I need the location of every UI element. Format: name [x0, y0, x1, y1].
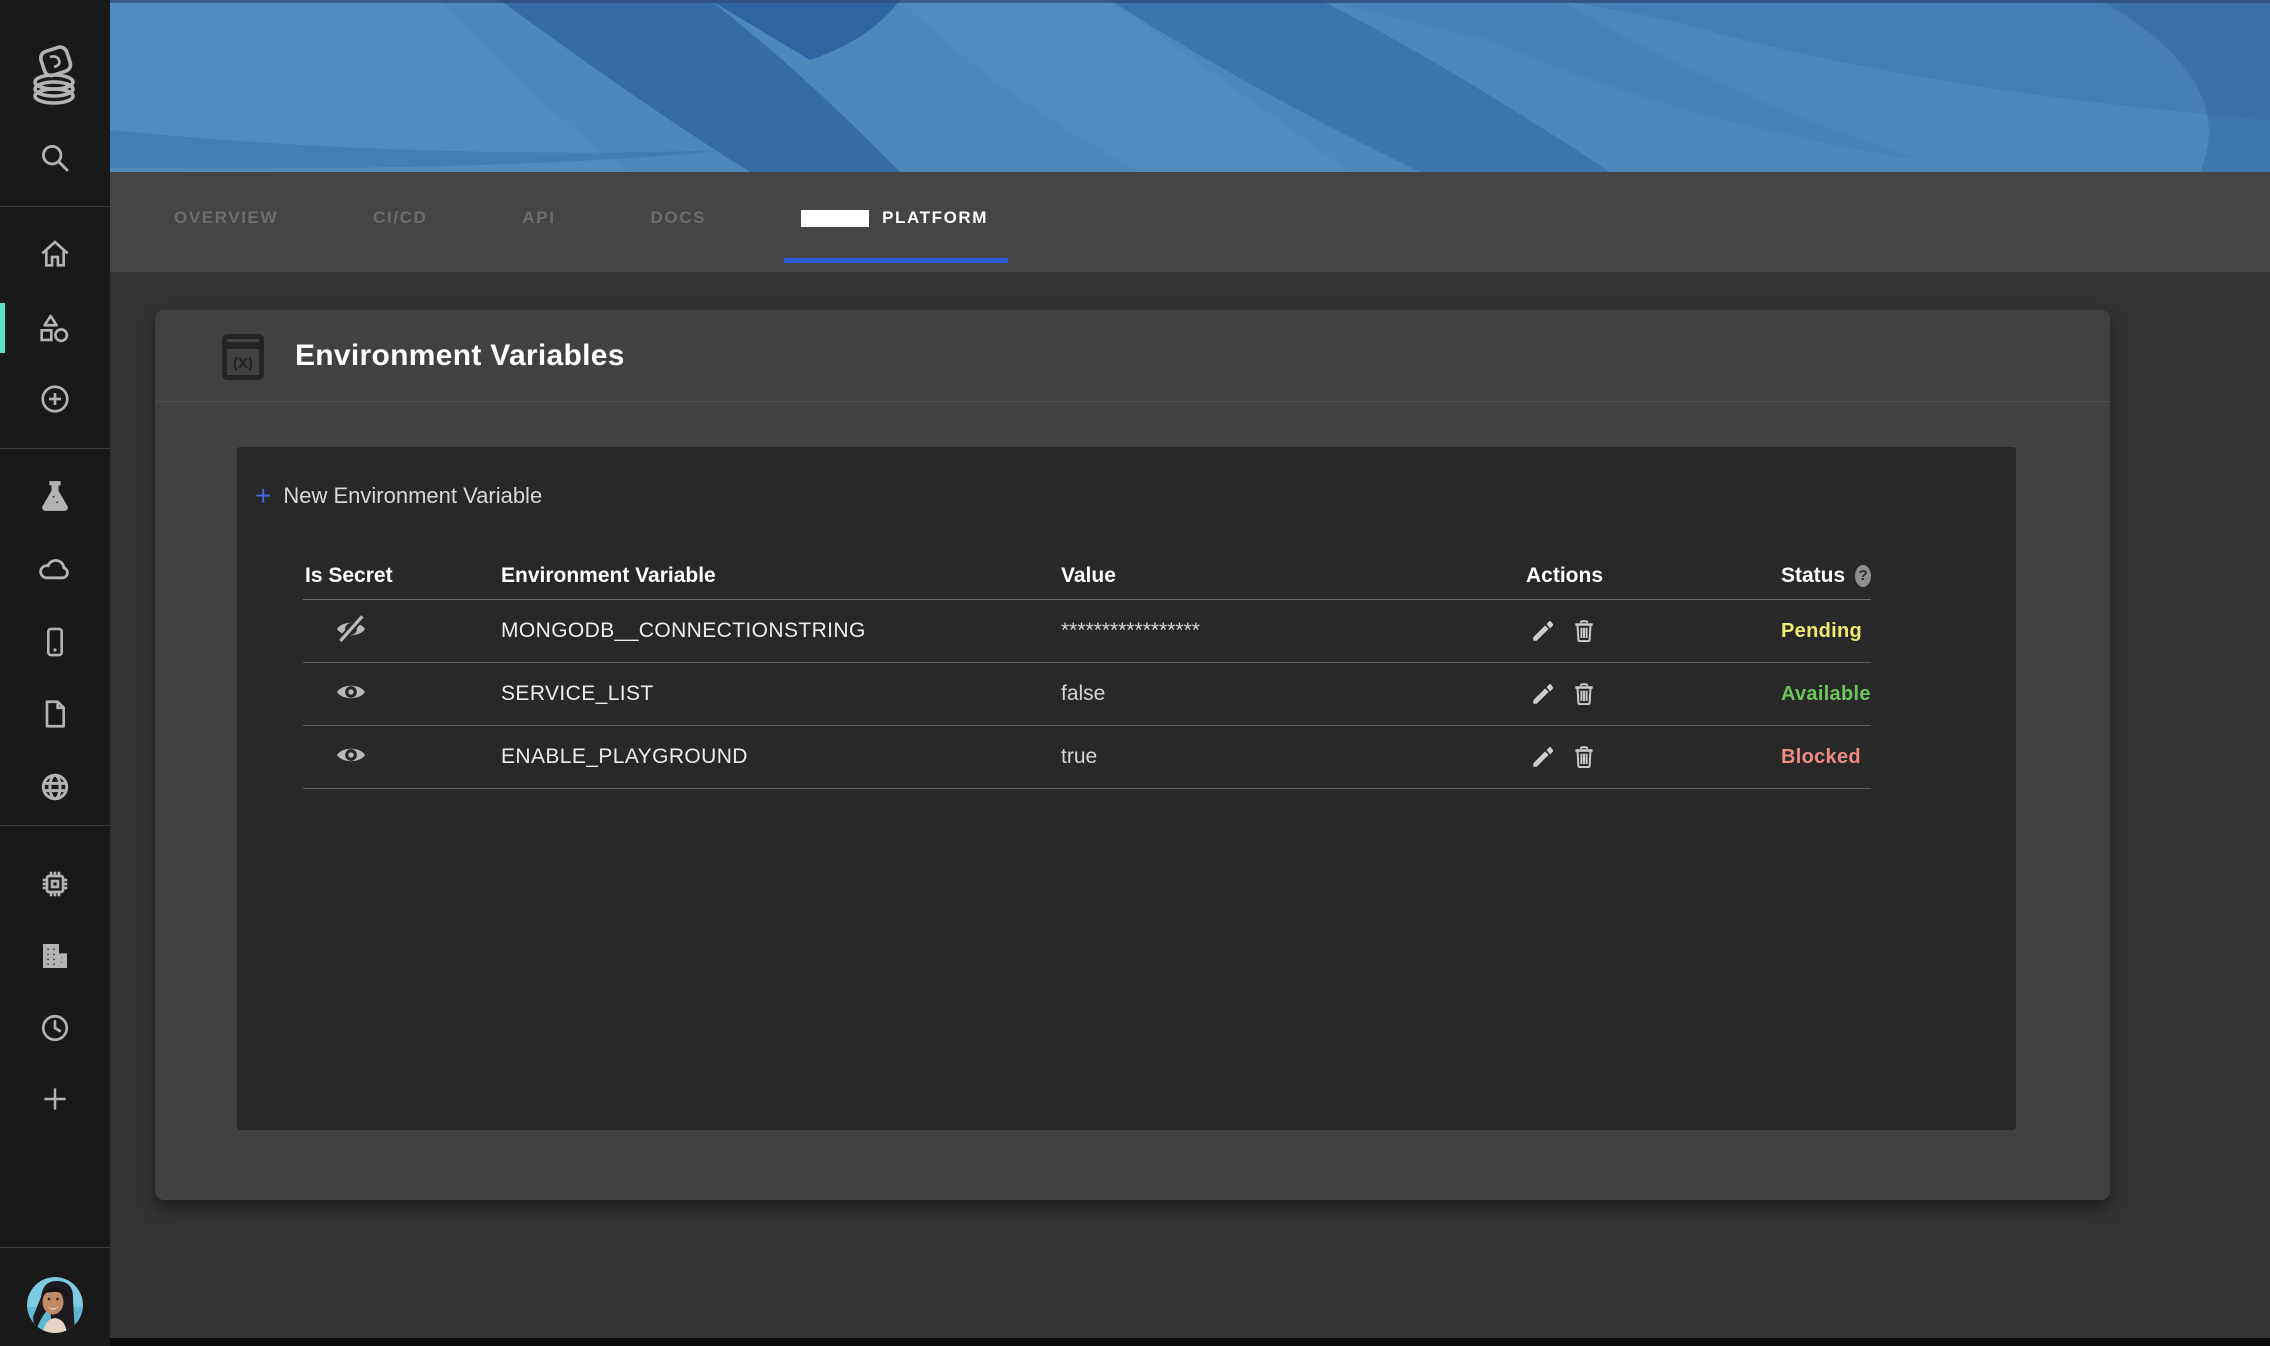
delete-trash-icon[interactable]	[1571, 618, 1597, 644]
user-avatar[interactable]	[27, 1277, 83, 1333]
tab-overview[interactable]: OVERVIEW	[174, 172, 278, 272]
tab-ci-cd[interactable]: CI/CD	[373, 172, 427, 272]
edit-pencil-icon[interactable]	[1530, 681, 1556, 707]
tab-api[interactable]: API	[522, 172, 555, 272]
status-badge: Available	[1781, 683, 1871, 706]
env-variable-row: MONGODB__CONNECTIONSTRING **************…	[303, 600, 1871, 663]
cloud-icon[interactable]	[0, 552, 110, 586]
hero-banner	[110, 0, 2270, 172]
env-variable-value: true	[1061, 745, 1526, 769]
env-variable-value: *****************	[1061, 619, 1526, 643]
sidebar-divider	[0, 1247, 110, 1248]
panel-title: Environment Variables	[295, 310, 625, 402]
globe-icon[interactable]	[0, 771, 110, 803]
sidebar-divider	[0, 206, 110, 207]
env-variable-value: false	[1061, 682, 1526, 706]
add-icon[interactable]	[0, 1084, 110, 1114]
delete-trash-icon[interactable]	[1571, 744, 1597, 770]
env-variables-table: Is Secret Environment Variable Value Act…	[303, 552, 1871, 789]
sidebar	[0, 0, 110, 1346]
col-header-status: Status ?	[1781, 564, 1871, 588]
env-variable-name: MONGODB__CONNECTIONSTRING	[501, 619, 1061, 643]
search-icon[interactable]	[0, 141, 110, 175]
eye-hidden-icon[interactable]	[335, 613, 367, 645]
env-table-card: + New Environment Variable Is Secret Env…	[237, 447, 2016, 1130]
tab-bar: OVERVIEW CI/CD API DOCS PLATFORM	[110, 172, 2270, 272]
env-variable-name: SERVICE_LIST	[501, 682, 1061, 706]
home-icon[interactable]	[0, 238, 110, 270]
col-header-value: Value	[1061, 564, 1526, 588]
tab-label: PLATFORM	[882, 208, 988, 228]
environment-variables-panel: (X) Environment Variables + New Environm…	[155, 310, 2110, 1200]
services-shapes-icon[interactable]	[0, 313, 110, 345]
tab-logo-block	[801, 210, 869, 227]
table-header-row: Is Secret Environment Variable Value Act…	[303, 552, 1871, 600]
env-variable-row: SERVICE_LIST false	[303, 663, 1871, 726]
status-badge: Blocked	[1781, 746, 1871, 769]
history-clock-icon[interactable]	[0, 1012, 110, 1044]
edit-pencil-icon[interactable]	[1530, 618, 1556, 644]
env-var-window-icon: (X)	[222, 334, 264, 380]
tab-docs[interactable]: DOCS	[651, 172, 707, 272]
banner-waves-graphic	[110, 0, 2270, 172]
organization-building-icon[interactable]	[0, 940, 110, 972]
col-header-actions: Actions	[1526, 564, 1781, 588]
edit-pencil-icon[interactable]	[1530, 744, 1556, 770]
sidebar-divider	[0, 825, 110, 826]
add-circle-icon[interactable]	[0, 383, 110, 415]
status-badge: Pending	[1781, 620, 1871, 643]
tab-label: DOCS	[651, 208, 707, 228]
col-header-is-secret: Is Secret	[303, 564, 501, 588]
tab-label: CI/CD	[373, 208, 427, 228]
document-icon[interactable]	[0, 698, 110, 730]
app-logo[interactable]	[0, 42, 110, 108]
status-help-icon[interactable]: ?	[1855, 565, 1871, 587]
panel-header: (X) Environment Variables	[155, 310, 2110, 402]
tab-label: API	[522, 208, 555, 228]
delete-trash-icon[interactable]	[1571, 681, 1597, 707]
new-env-variable-label: New Environment Variable	[283, 483, 542, 509]
chip-icon[interactable]	[0, 868, 110, 900]
bottom-edge-strip	[0, 1338, 2270, 1346]
env-variable-name: ENABLE_PLAYGROUND	[501, 745, 1061, 769]
col-header-name: Environment Variable	[501, 564, 1061, 588]
tab-platform[interactable]: PLATFORM	[801, 172, 988, 272]
plus-icon: +	[255, 485, 271, 507]
env-variable-row: ENABLE_PLAYGROUND true	[303, 726, 1871, 789]
svg-text:(X): (X)	[233, 355, 253, 372]
sidebar-divider	[0, 448, 110, 449]
tab-label: OVERVIEW	[174, 208, 278, 228]
flask-icon[interactable]	[0, 479, 110, 513]
eye-visible-icon[interactable]	[335, 676, 367, 708]
mobile-device-icon[interactable]	[0, 626, 110, 658]
new-env-variable-button[interactable]: + New Environment Variable	[255, 483, 542, 509]
eye-visible-icon[interactable]	[335, 739, 367, 771]
app-window: OVERVIEW CI/CD API DOCS PLATFORM (X)	[0, 0, 2270, 1346]
